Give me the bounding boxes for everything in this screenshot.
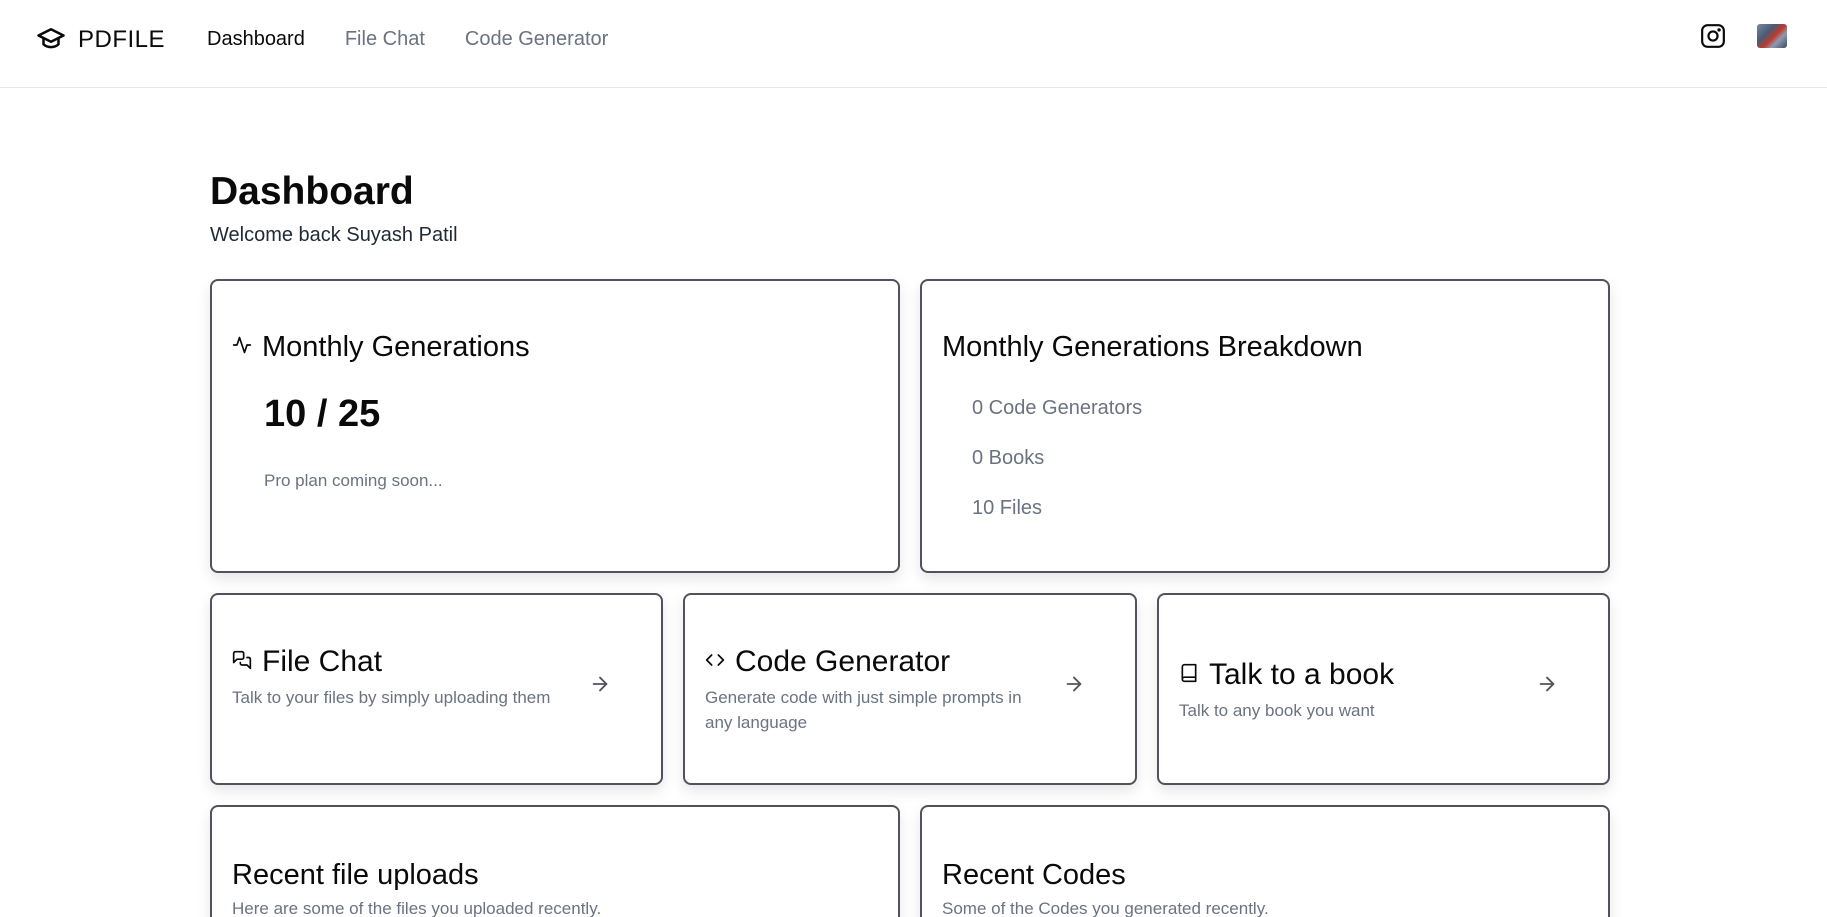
recent-codes-title: Recent Codes	[942, 859, 1126, 891]
monthly-generations-value: 10 / 25	[264, 393, 381, 435]
monthly-generations-card: Monthly Generations 10 / 25 Pro plan com…	[210, 279, 900, 573]
recent-files-title: Recent file uploads	[232, 859, 479, 891]
brand-logo-link[interactable]: PDFILE	[36, 24, 165, 56]
generations-breakdown-card: Monthly Generations Breakdown 0 Code Gen…	[920, 279, 1610, 573]
monthly-generations-title: Monthly Generations	[262, 331, 530, 363]
breakdown-code-generators: 0 Code Generators	[972, 397, 1143, 419]
file-chat-card[interactable]: File Chat Talk to your files by simply u…	[210, 593, 663, 785]
arrow-right-icon[interactable]	[1536, 673, 1558, 695]
code-generator-card[interactable]: Code Generator Generate code with just s…	[683, 593, 1137, 785]
breakdown-list: 0 Code Generators 0 Books 10 Files	[972, 396, 1142, 546]
code-generator-desc: Generate code with just simple prompts i…	[705, 688, 1022, 732]
activity-icon	[232, 335, 252, 360]
welcome-message: Welcome back Suyash Patil	[210, 224, 458, 246]
recent-codes-desc: Some of the Codes you generated recently…	[942, 899, 1269, 917]
nav-dashboard[interactable]: Dashboard	[207, 28, 305, 51]
nav-code-generator[interactable]: Code Generator	[465, 28, 608, 51]
brand-name: PDFILE	[78, 26, 166, 53]
recent-files-desc: Here are some of the files you uploaded …	[232, 899, 602, 917]
recent-files-card: Recent file uploads Here are some of the…	[210, 805, 900, 917]
top-navbar: PDFILE Dashboard File Chat Code Generato…	[0, 0, 1827, 88]
book-icon	[1179, 663, 1199, 688]
main-nav: Dashboard File Chat Code Generator	[207, 28, 608, 51]
breakdown-files: 10 Files	[972, 497, 1043, 519]
header-actions	[1699, 22, 1787, 50]
file-chat-title: File Chat	[262, 645, 383, 678]
user-avatar[interactable]	[1757, 24, 1787, 48]
pro-plan-note: Pro plan coming soon...	[264, 471, 443, 490]
file-chat-desc: Talk to your files by simply uploading t…	[232, 688, 551, 707]
page-title: Dashboard	[210, 170, 414, 213]
nav-file-chat[interactable]: File Chat	[345, 28, 425, 51]
talk-to-book-title: Talk to a book	[1209, 658, 1395, 691]
code-generator-title: Code Generator	[735, 645, 951, 678]
code-icon	[705, 650, 725, 675]
breakdown-books: 0 Books	[972, 447, 1045, 469]
talk-to-book-desc: Talk to any book you want	[1179, 701, 1375, 720]
messages-icon	[232, 650, 252, 675]
graduation-cap-icon	[36, 23, 66, 58]
instagram-icon[interactable]	[1699, 22, 1727, 50]
breakdown-title: Monthly Generations Breakdown	[942, 331, 1363, 363]
talk-to-book-card[interactable]: Talk to a book Talk to any book you want	[1157, 593, 1610, 785]
arrow-right-icon[interactable]	[1063, 673, 1085, 695]
arrow-right-icon[interactable]	[589, 673, 611, 695]
recent-codes-card: Recent Codes Some of the Codes you gener…	[920, 805, 1610, 917]
